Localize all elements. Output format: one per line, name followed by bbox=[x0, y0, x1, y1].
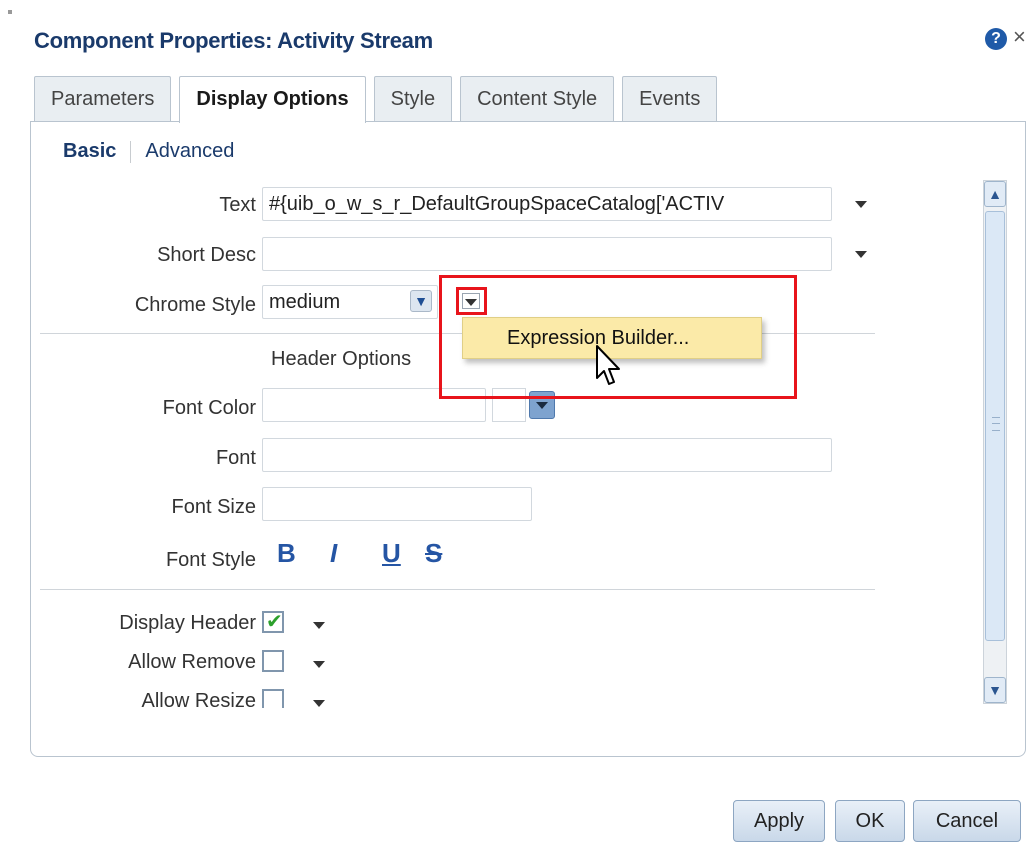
font-style-label: Font Style bbox=[165, 549, 256, 571]
pointer-cursor-icon bbox=[596, 345, 620, 385]
color-picker-chevron-down-icon bbox=[536, 402, 548, 409]
scroll-up-icon[interactable]: ▲ bbox=[984, 181, 1006, 207]
window-corner-mark bbox=[8, 10, 12, 14]
scroll-down-icon[interactable]: ▼ bbox=[984, 677, 1006, 703]
ok-button[interactable]: OK bbox=[835, 800, 905, 842]
text-label: Text bbox=[219, 194, 256, 216]
apply-button[interactable]: Apply bbox=[733, 800, 825, 842]
scroll-thumb[interactable] bbox=[985, 211, 1005, 641]
font-label: Font bbox=[215, 447, 256, 469]
text-field[interactable]: #{uib_o_w_s_r_DefaultGroupSpaceCatalog['… bbox=[262, 187, 832, 221]
short-desc-label: Short Desc bbox=[157, 244, 256, 266]
display-header-checkbox[interactable]: ✔ bbox=[262, 611, 284, 633]
tab-style[interactable]: Style bbox=[373, 76, 453, 122]
short-desc-field[interactable] bbox=[262, 237, 832, 271]
allow-resize-chevron-down-icon[interactable] bbox=[313, 700, 325, 707]
tab-display-options[interactable]: Display Options bbox=[179, 76, 366, 123]
display-header-label: Display Header bbox=[119, 612, 256, 634]
text-menu-chevron-down-icon[interactable] bbox=[855, 201, 867, 208]
font-color-label: Font Color bbox=[162, 397, 256, 419]
divider-bottom bbox=[40, 589, 875, 590]
subtab-advanced[interactable]: Advanced bbox=[145, 140, 234, 163]
scroll-grip-icon bbox=[992, 417, 1000, 431]
display-header-chevron-down-icon[interactable] bbox=[313, 622, 325, 629]
clipped-row-container: Allow Resize bbox=[0, 680, 960, 708]
subtab-bar: Basic Advanced bbox=[63, 140, 234, 163]
short-desc-menu-chevron-down-icon[interactable] bbox=[855, 251, 867, 258]
tab-content-style[interactable]: Content Style bbox=[460, 76, 615, 122]
allow-resize-label: Allow Resize bbox=[141, 690, 256, 708]
font-size-field[interactable] bbox=[262, 487, 532, 521]
allow-remove-checkbox[interactable] bbox=[262, 650, 284, 672]
dialog-title: Component Properties: Activity Stream bbox=[34, 28, 433, 53]
subtab-separator bbox=[130, 140, 132, 163]
subtab-basic[interactable]: Basic bbox=[63, 140, 116, 163]
bold-button[interactable]: B bbox=[277, 538, 296, 569]
close-icon[interactable]: × bbox=[1013, 24, 1026, 50]
allow-resize-checkbox[interactable] bbox=[262, 689, 284, 708]
check-icon: ✔ bbox=[266, 611, 283, 633]
tab-events[interactable]: Events bbox=[622, 76, 718, 122]
tab-parameters[interactable]: Parameters bbox=[34, 76, 172, 122]
header-options-label: Header Options bbox=[271, 348, 412, 370]
highlight-box-small bbox=[456, 287, 487, 315]
vertical-scrollbar[interactable]: ▲ ▼ bbox=[983, 180, 1007, 704]
cancel-button[interactable]: Cancel bbox=[913, 800, 1021, 842]
underline-button[interactable]: U bbox=[382, 538, 401, 569]
strikethrough-button[interactable]: S bbox=[425, 538, 442, 569]
help-icon[interactable]: ? bbox=[985, 28, 1007, 50]
italic-button[interactable]: I bbox=[330, 538, 337, 569]
font-field[interactable] bbox=[262, 438, 832, 472]
chevron-down-icon[interactable]: ▼ bbox=[410, 290, 432, 312]
tab-bar: Parameters Display Options Style Content… bbox=[34, 76, 725, 123]
chrome-style-label: Chrome Style bbox=[134, 294, 256, 316]
allow-remove-chevron-down-icon[interactable] bbox=[313, 661, 325, 668]
font-size-label: Font Size bbox=[171, 496, 256, 518]
allow-remove-label: Allow Remove bbox=[128, 651, 256, 673]
